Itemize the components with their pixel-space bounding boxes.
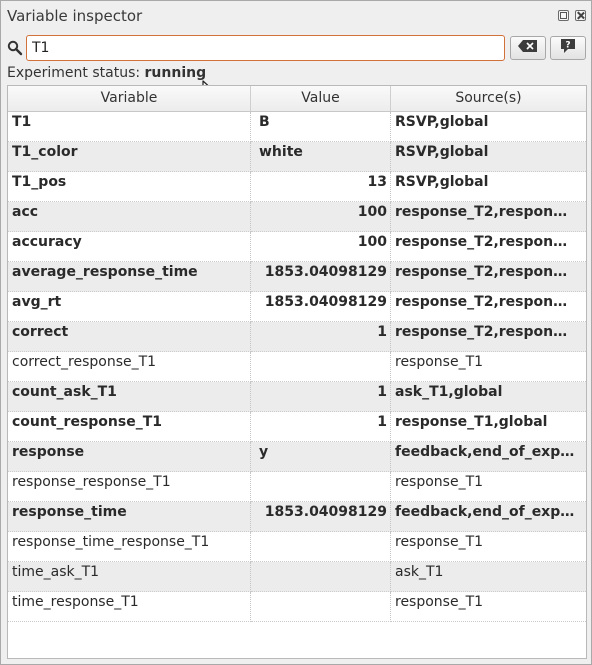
cell-sources: feedback,end_of_exp…: [391, 502, 586, 532]
cell-variable: time_ask_T1: [8, 562, 251, 592]
cell-variable: accuracy: [8, 232, 251, 262]
cell-sources: response_T1: [391, 592, 586, 622]
clear-button[interactable]: [510, 36, 546, 60]
table-row[interactable]: accuracy 100 response_T2,respon…: [8, 232, 586, 262]
cell-sources: response_T1,global: [391, 412, 586, 442]
cell-variable: response: [8, 442, 251, 472]
window-title: Variable inspector: [7, 7, 143, 25]
cell-value: 1853.04098129: [251, 292, 391, 322]
table-row[interactable]: correct_response_T1 response_T1: [8, 352, 586, 382]
column-header-value[interactable]: Value: [251, 86, 391, 111]
table-row[interactable]: time_response_T1 response_T1: [8, 592, 586, 622]
cell-value: 100: [251, 202, 391, 232]
cell-variable: response_time_response_T1: [8, 532, 251, 562]
cell-value: 1853.04098129: [251, 262, 391, 292]
cell-value: 1: [251, 382, 391, 412]
table-row[interactable]: avg_rt 1853.04098129 response_T2,respon…: [8, 292, 586, 322]
cell-variable: T1: [8, 112, 251, 142]
cell-value: [251, 592, 391, 622]
cell-value: y: [251, 442, 391, 472]
cell-value: 100: [251, 232, 391, 262]
cell-sources: response_T1: [391, 352, 586, 382]
cell-value: [251, 532, 391, 562]
variable-table: Variable Value Source(s) T1 B RSVP,global T…: [7, 85, 587, 659]
table-row[interactable]: response_time_response_T1 response_T1: [8, 532, 586, 562]
table-row[interactable]: response_response_T1 response_T1: [8, 472, 586, 502]
cell-variable: T1_color: [8, 142, 251, 172]
cell-variable: T1_pos: [8, 172, 251, 202]
table-row[interactable]: response y feedback,end_of_exp…: [8, 442, 586, 472]
cell-variable: count_response_T1: [8, 412, 251, 442]
cell-variable: time_response_T1: [8, 592, 251, 622]
help-button[interactable]: ?: [550, 36, 586, 60]
cell-sources: response_T2,respon…: [391, 202, 586, 232]
status-label: Experiment status:: [7, 65, 141, 81]
help-icon: ?: [559, 38, 577, 58]
table-body: T1 B RSVP,global T1_color white RSVP,global T1…: [8, 112, 586, 622]
cell-variable: correct_response_T1: [8, 352, 251, 382]
cell-variable: response_time: [8, 502, 251, 532]
float-window-icon[interactable]: [558, 10, 569, 21]
cell-sources: response_T2,respon…: [391, 262, 586, 292]
table-row[interactable]: acc 100 response_T2,respon…: [8, 202, 586, 232]
cell-sources: ask_T1,global: [391, 382, 586, 412]
cell-value: [251, 472, 391, 502]
cell-variable: acc: [8, 202, 251, 232]
table-row[interactable]: correct 1 response_T2,respon…: [8, 322, 586, 352]
cell-sources: ask_T1: [391, 562, 586, 592]
cell-value: white: [251, 142, 391, 172]
column-header-sources[interactable]: Source(s): [391, 86, 586, 111]
cell-sources: feedback,end_of_exp…: [391, 442, 586, 472]
cell-value: [251, 562, 391, 592]
table-row[interactable]: count_ask_T1 1 ask_T1,global: [8, 382, 586, 412]
cell-sources: response_T2,respon…: [391, 232, 586, 262]
title-bar: Variable inspector: [1, 1, 591, 31]
table-row[interactable]: T1 B RSVP,global: [8, 112, 586, 142]
table-row[interactable]: response_time 1853.04098129 feedback,end_o…: [8, 502, 586, 532]
column-header-variable[interactable]: Variable: [8, 86, 251, 111]
cell-variable: response_response_T1: [8, 472, 251, 502]
table-row[interactable]: count_response_T1 1 response_T1,global: [8, 412, 586, 442]
cell-value: 1: [251, 322, 391, 352]
cell-value: 1: [251, 412, 391, 442]
cell-variable: count_ask_T1: [8, 382, 251, 412]
search-bar: ?: [1, 34, 591, 62]
table-header: Variable Value Source(s): [8, 86, 586, 112]
cell-value: [251, 352, 391, 382]
cell-value: 1853.04098129: [251, 502, 391, 532]
cell-variable: average_response_time: [8, 262, 251, 292]
svg-text:?: ?: [565, 41, 570, 51]
table-row[interactable]: T1_color white RSVP,global: [8, 142, 586, 172]
cell-sources: RSVP,global: [391, 142, 586, 172]
table-row[interactable]: average_response_time 1853.04098129 respon…: [8, 262, 586, 292]
table-row[interactable]: time_ask_T1 ask_T1: [8, 562, 586, 592]
cell-variable: correct: [8, 322, 251, 352]
variable-inspector-window: Variable inspector ? Experiment status: …: [0, 0, 592, 665]
clear-text-icon: [518, 40, 538, 56]
cell-value: 13: [251, 172, 391, 202]
cell-sources: response_T2,respon…: [391, 292, 586, 322]
cell-sources: response_T1: [391, 532, 586, 562]
magnifier-icon: [7, 40, 23, 56]
cell-value: B: [251, 112, 391, 142]
search-input[interactable]: [26, 35, 505, 61]
cell-sources: RSVP,global: [391, 172, 586, 202]
experiment-status: Experiment status: running: [7, 65, 206, 81]
table-row[interactable]: T1_pos 13 RSVP,global: [8, 172, 586, 202]
cell-variable: avg_rt: [8, 292, 251, 322]
cell-sources: response_T1: [391, 472, 586, 502]
cell-sources: RSVP,global: [391, 112, 586, 142]
status-value: running: [144, 65, 207, 81]
close-icon[interactable]: [575, 10, 586, 21]
cell-sources: response_T2,respon…: [391, 322, 586, 352]
